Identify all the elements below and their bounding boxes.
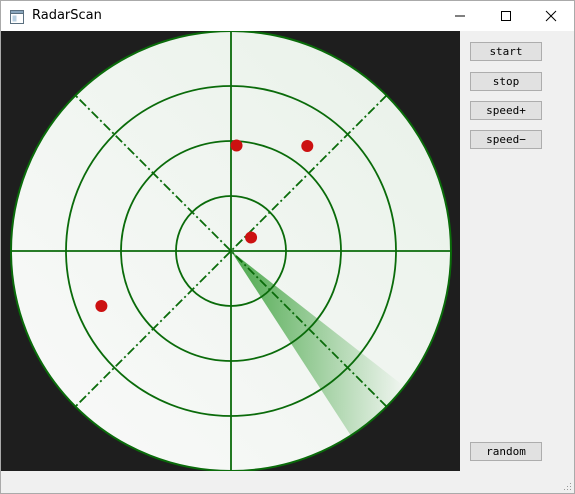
radar-display-panel [1,31,460,471]
radar-target-dot [245,231,258,244]
size-grip-icon[interactable] [562,481,572,491]
maximize-icon [501,11,511,21]
radar-target-dot [95,300,108,313]
stop-button[interactable]: stop [470,72,542,91]
speed-up-button[interactable]: speed+ [470,101,542,120]
speed-down-button[interactable]: speed− [470,130,542,149]
radar-target-dot [230,139,243,152]
maximize-button[interactable] [483,1,529,31]
radar-grid [10,31,452,471]
radar-display [10,31,452,471]
app-window-icon [10,9,24,24]
title-bar[interactable]: RadarScan [1,1,574,31]
close-button[interactable] [528,1,574,31]
start-button[interactable]: start [470,42,542,61]
minimize-button[interactable] [437,1,483,31]
window-title: RadarScan [32,8,102,23]
random-button[interactable]: random [470,442,542,461]
status-bar [1,471,574,493]
minimize-icon [455,15,465,17]
close-icon [545,10,557,22]
app-window: RadarScan start stop speed+ speed− rando… [0,0,575,494]
radar-target-dot [301,139,314,152]
